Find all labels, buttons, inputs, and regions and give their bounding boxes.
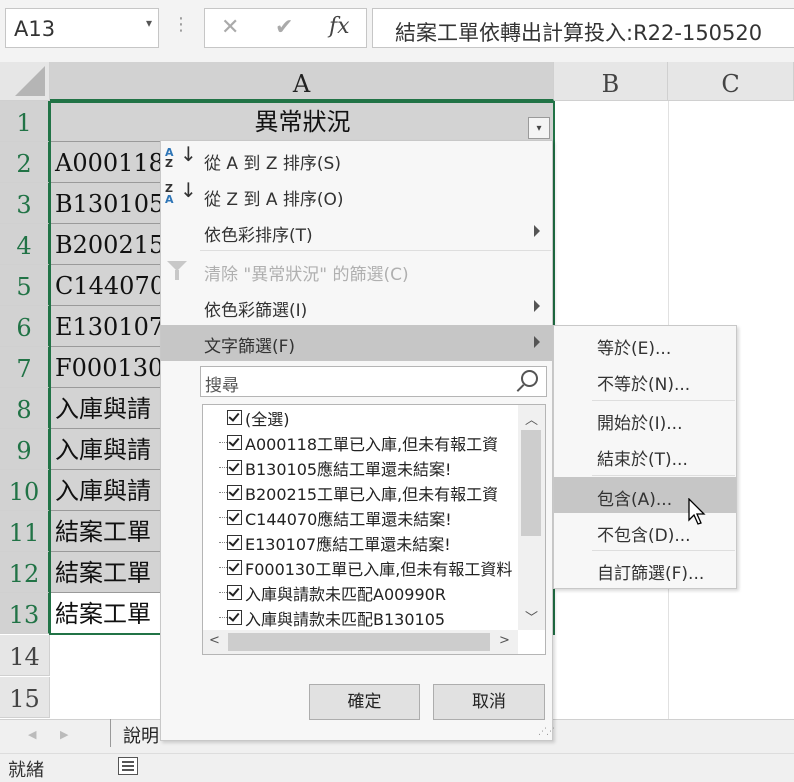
scroll-left-icon[interactable]: <: [209, 633, 220, 648]
menu-item-label: 依色彩排序(T): [204, 226, 313, 246]
row-header[interactable]: 8: [0, 388, 50, 429]
select-all-corner[interactable]: [0, 62, 50, 101]
list-item-label: B200215工單已入庫,但未有報工資: [245, 485, 499, 504]
list-item-label: C144070應結工單還未結案!: [245, 510, 452, 529]
list-item-label: 入庫與請款未匹配A00990R: [245, 585, 446, 604]
menu-item-label: 依色彩篩選(I): [204, 301, 308, 321]
checkbox[interactable]: [227, 410, 242, 425]
row-header[interactable]: 6: [0, 306, 50, 347]
checkbox[interactable]: [227, 535, 242, 550]
filter-value-list: (全選) A000118工單已入庫,但未有報工資 B130105應結工單還未結案…: [202, 404, 546, 655]
list-item-label: E130107應結工單還未結案!: [245, 535, 451, 554]
enter-icon[interactable]: ✔: [275, 15, 293, 40]
row-header[interactable]: 12: [0, 552, 50, 593]
filter-begins-with[interactable]: 開始於(I)...: [554, 401, 736, 437]
checkbox[interactable]: [227, 585, 242, 600]
row-header[interactable]: 14: [0, 635, 50, 676]
list-item-label: (全選): [245, 410, 290, 429]
list-item-label: B130105應結工單還未結案!: [245, 460, 452, 479]
menu-item-label: 從 A 到 Z 排序(S): [204, 154, 341, 174]
row-header[interactable]: 2: [0, 142, 50, 183]
chevron-right-icon: [534, 225, 540, 237]
checkbox[interactable]: [227, 610, 242, 625]
row-header[interactable]: 11: [0, 511, 50, 552]
list-item-label: 入庫與請款未匹配B130105: [245, 610, 446, 629]
scroll-up-icon[interactable]: ︿: [525, 409, 538, 428]
sort-a-to-z[interactable]: A Z ↓ 從 A 到 Z 排序(S): [161, 142, 552, 178]
menu-item-label: 文字篩選(F): [204, 337, 296, 357]
filter-ends-with[interactable]: 結束於(T)...: [554, 437, 736, 473]
search-placeholder: 搜尋: [205, 376, 239, 396]
prev-sheet-icon[interactable]: ◀: [28, 728, 36, 741]
row-header[interactable]: 10: [0, 470, 50, 511]
filter-contains[interactable]: 包含(A)...: [554, 477, 736, 513]
row-header[interactable]: 5: [0, 265, 50, 306]
filter-search-input[interactable]: 搜尋: [200, 366, 547, 397]
checkbox[interactable]: [227, 510, 242, 525]
cancel-icon[interactable]: ✕: [221, 15, 239, 40]
ok-button[interactable]: 確定: [309, 684, 420, 720]
filter-not-equals[interactable]: 不等於(N)...: [554, 362, 736, 398]
formula-buttons: ✕ ✔ fx: [204, 8, 367, 48]
menu-item-label: 清除 "異常狀況" 的篩選(C): [204, 265, 409, 285]
status-ready: 就緒: [8, 760, 44, 781]
column-header-c[interactable]: C: [668, 62, 794, 101]
name-box-value: A13: [14, 17, 56, 41]
filter-by-color[interactable]: 依色彩篩選(I): [161, 289, 552, 325]
next-sheet-icon[interactable]: ▶: [60, 728, 68, 741]
filter-equals[interactable]: 等於(E)...: [554, 326, 736, 362]
menu-divider: [592, 475, 735, 476]
column-header-a[interactable]: A: [50, 62, 554, 101]
clear-filter: 清除 "異常狀況" 的篩選(C): [161, 253, 552, 289]
filter-not-contains[interactable]: 不包含(D)...: [554, 513, 736, 549]
chevron-right-icon: [534, 336, 540, 348]
row-header[interactable]: 3: [0, 183, 50, 224]
horizontal-scroll-thumb[interactable]: [228, 633, 490, 651]
insert-function-icon[interactable]: fx: [329, 14, 350, 39]
scroll-right-icon[interactable]: >: [499, 633, 510, 648]
checkbox[interactable]: [227, 560, 242, 575]
search-icon: [521, 370, 538, 387]
cancel-button[interactable]: 取消: [433, 684, 545, 720]
sort-by-color[interactable]: 依色彩排序(T): [161, 214, 552, 250]
vertical-scroll-thumb[interactable]: [521, 430, 541, 536]
list-item-label: F000130工單已入庫,但未有報工資料: [245, 560, 513, 579]
row-header[interactable]: 1: [0, 101, 50, 142]
sort-ascending-icon: A Z ↓: [165, 142, 197, 170]
mouse-cursor-icon: [688, 498, 706, 525]
row-header[interactable]: 15: [0, 677, 50, 718]
row-header[interactable]: 13: [0, 593, 50, 634]
macro-record-icon[interactable]: [118, 757, 138, 775]
custom-filter[interactable]: 自訂篩選(F)...: [554, 551, 736, 587]
chevron-right-icon: [534, 300, 540, 312]
drag-handle-icon[interactable]: ⋮: [172, 14, 190, 35]
clear-filter-icon: [167, 261, 187, 280]
chevron-down-icon[interactable]: ▾: [146, 16, 152, 30]
menu-divider: [200, 250, 551, 251]
checkbox[interactable]: [227, 460, 242, 475]
column-header-b[interactable]: B: [554, 62, 668, 101]
text-filters[interactable]: 文字篩選(F): [161, 325, 552, 361]
name-box[interactable]: A13 ▾: [5, 8, 159, 48]
sort-z-to-a[interactable]: Z A ↓ 從 Z 到 A 排序(O): [161, 178, 552, 214]
formula-input[interactable]: 結案工單依轉出計算投入:R22-150520: [372, 8, 794, 48]
resize-grip-icon[interactable]: ⋰⋰: [538, 727, 555, 737]
sort-descending-icon: Z A ↓: [165, 178, 197, 206]
row-header[interactable]: 4: [0, 224, 50, 265]
filter-dropdown-button[interactable]: ▾: [528, 117, 550, 139]
checkbox[interactable]: [227, 435, 242, 450]
scroll-down-icon[interactable]: ﹀: [525, 607, 538, 626]
list-item-label: A000118工單已入庫,但未有報工資: [245, 435, 499, 454]
row-header[interactable]: 9: [0, 429, 50, 470]
menu-item-label: 從 Z 到 A 排序(O): [204, 190, 344, 210]
checkbox[interactable]: [227, 485, 242, 500]
row-header[interactable]: 7: [0, 347, 50, 388]
